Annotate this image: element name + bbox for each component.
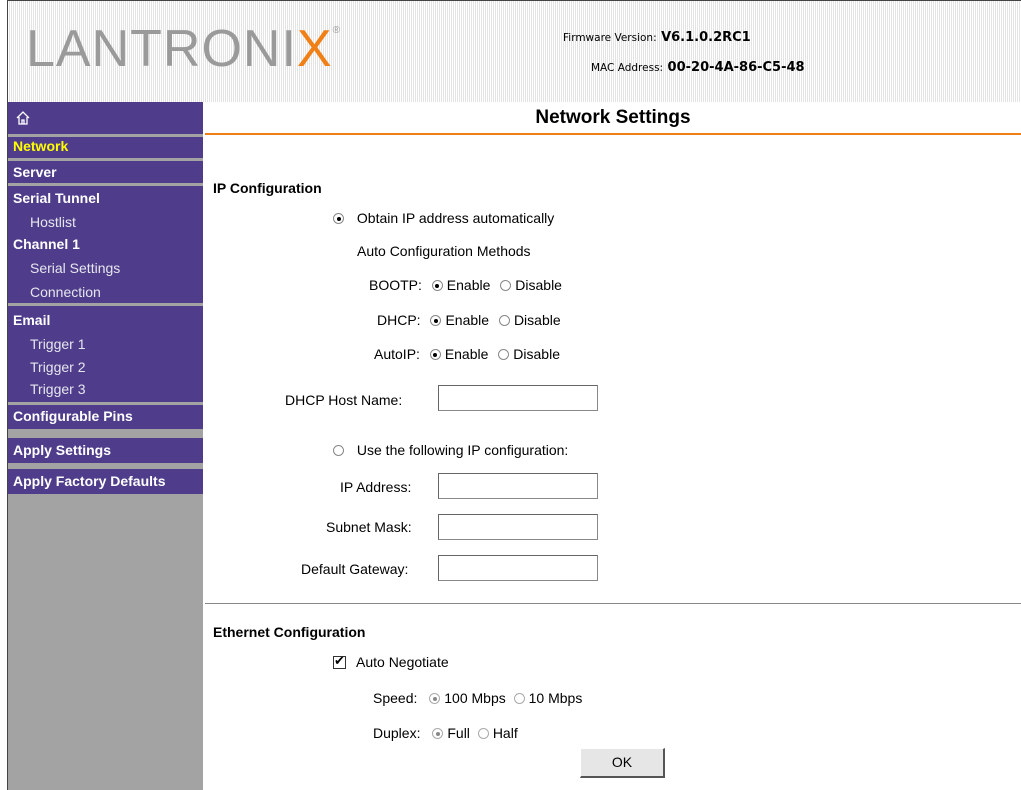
autoip-disable-radio[interactable]	[498, 349, 510, 360]
firmware-label: Firmware Version:	[563, 32, 657, 44]
ip-address-input[interactable]	[438, 473, 598, 499]
ok-button[interactable]: OK	[580, 748, 665, 778]
auto-negotiate-label: Auto Negotiate	[356, 654, 449, 670]
title-underline	[205, 133, 1021, 135]
duplex-full-label: Full	[447, 725, 470, 741]
sidebar-item-connection[interactable]: Connection	[30, 284, 101, 300]
auto-methods-label: Auto Configuration Methods	[357, 243, 531, 259]
mac-value: 00-20-4A-86-C5-48	[667, 60, 805, 75]
sidebar-item-serial-tunnel[interactable]: Serial Tunnel	[13, 190, 100, 206]
section-divider	[205, 603, 1021, 604]
sidebar-label: Server	[13, 164, 57, 180]
speed-row: Speed: 100 Mbps 10 Mbps	[373, 690, 582, 706]
dhcp-row: DHCP: Enable Disable	[377, 312, 561, 328]
logo: LANTRONIX®	[26, 20, 341, 78]
sidebar-item-server[interactable]: Server	[8, 158, 203, 184]
autoip-label: AutoIP:	[374, 346, 420, 362]
bootp-enable-radio[interactable]	[431, 280, 443, 291]
mac-label: MAC Address:	[591, 62, 664, 74]
bootp-disable-radio[interactable]	[500, 280, 512, 291]
use-following-option[interactable]: Use the following IP configuration:	[333, 442, 568, 458]
dhcp-disable-radio[interactable]	[498, 315, 510, 326]
dhcp-disable-label: Disable	[513, 312, 561, 328]
obtain-auto-label: Obtain IP address automatically	[356, 210, 555, 226]
autoip-enable-radio[interactable]	[429, 349, 441, 360]
mac-address: MAC Address: 00-20-4A-86-C5-48	[591, 59, 1021, 75]
duplex-half-label: Half	[492, 725, 518, 741]
dhcp-enable-label: Enable	[445, 312, 490, 328]
sidebar-item-trigger-3[interactable]: Trigger 3	[30, 381, 86, 397]
sidebar-label: Network	[13, 138, 69, 154]
firmware-version: Firmware Version: V6.1.0.2RC1	[563, 29, 1021, 45]
default-gateway-input[interactable]	[438, 555, 598, 581]
obtain-auto-radio[interactable]	[333, 213, 344, 224]
sidebar-home-bar	[8, 102, 203, 134]
sidebar-group-serial: Serial Tunnel Hostlist Channel 1 Serial …	[8, 183, 203, 304]
duplex-full-radio[interactable]	[432, 728, 444, 739]
ip-address-label: IP Address:	[340, 479, 412, 495]
autoip-enable-label: Enable	[444, 346, 489, 362]
dhcp-label: DHCP:	[377, 312, 421, 328]
ip-configuration-heading: IP Configuration	[213, 180, 322, 196]
bootp-label: BOOTP:	[369, 277, 422, 293]
dhcp-host-name-label: DHCP Host Name:	[285, 392, 403, 408]
sidebar-item-trigger-2[interactable]: Trigger 2	[30, 359, 86, 375]
sidebar-item-email[interactable]: Email	[13, 312, 50, 328]
autoip-row: AutoIP: Enable Disable	[374, 346, 560, 362]
sidebar-item-apply-settings[interactable]: Apply Settings	[8, 435, 203, 463]
bootp-enable-label: Enable	[446, 277, 491, 293]
default-gateway-label: Default Gateway:	[301, 561, 409, 577]
dhcp-enable-radio[interactable]	[430, 315, 442, 326]
duplex-row: Duplex: Full Half	[373, 725, 518, 741]
ethernet-configuration-heading: Ethernet Configuration	[213, 624, 366, 640]
autoip-disable-label: Disable	[513, 346, 560, 362]
sidebar-item-serial-settings[interactable]: Serial Settings	[30, 260, 120, 276]
sidebar-item-network[interactable]: Network	[8, 134, 203, 161]
subnet-mask-label: Subnet Mask:	[326, 519, 412, 535]
speed-10-label: 10 Mbps	[528, 690, 583, 706]
use-following-radio[interactable]	[333, 445, 344, 456]
bootp-disable-label: Disable	[515, 277, 562, 293]
auto-negotiate-checkbox[interactable]	[333, 653, 346, 669]
subnet-mask-input[interactable]	[438, 514, 598, 540]
sidebar-label: Apply Settings	[13, 442, 112, 458]
speed-100-label: 100 Mbps	[444, 690, 506, 706]
firmware-value: V6.1.0.2RC1	[661, 30, 751, 45]
sidebar-item-channel-1[interactable]: Channel 1	[13, 236, 80, 252]
sidebar-item-apply-factory-defaults[interactable]: Apply Factory Defaults	[8, 466, 203, 494]
bootp-row: BOOTP: Enable Disable	[369, 277, 562, 293]
speed-100-radio[interactable]	[429, 693, 441, 704]
sidebar-label: Configurable Pins	[13, 408, 133, 424]
duplex-label: Duplex:	[373, 725, 421, 741]
speed-label: Speed:	[373, 690, 418, 706]
home-icon[interactable]	[16, 111, 30, 129]
header: LANTRONIX® Firmware Version: V6.1.0.2RC1…	[8, 1, 1021, 102]
use-following-label: Use the following IP configuration:	[356, 442, 569, 458]
sidebar-item-hostlist[interactable]: Hostlist	[30, 214, 76, 230]
sidebar-item-trigger-1[interactable]: Trigger 1	[30, 336, 86, 352]
sidebar-group-email: Email Trigger 1 Trigger 2 Trigger 3	[8, 303, 203, 403]
sidebar-label: Apply Factory Defaults	[13, 473, 166, 489]
speed-10-radio[interactable]	[513, 693, 525, 704]
obtain-auto-option[interactable]: Obtain IP address automatically	[333, 210, 554, 226]
page-title: Network Settings	[535, 107, 691, 128]
duplex-half-radio[interactable]	[477, 728, 489, 739]
sidebar-item-configurable-pins[interactable]: Configurable Pins	[8, 402, 203, 429]
dhcp-host-name-input[interactable]	[438, 385, 598, 411]
